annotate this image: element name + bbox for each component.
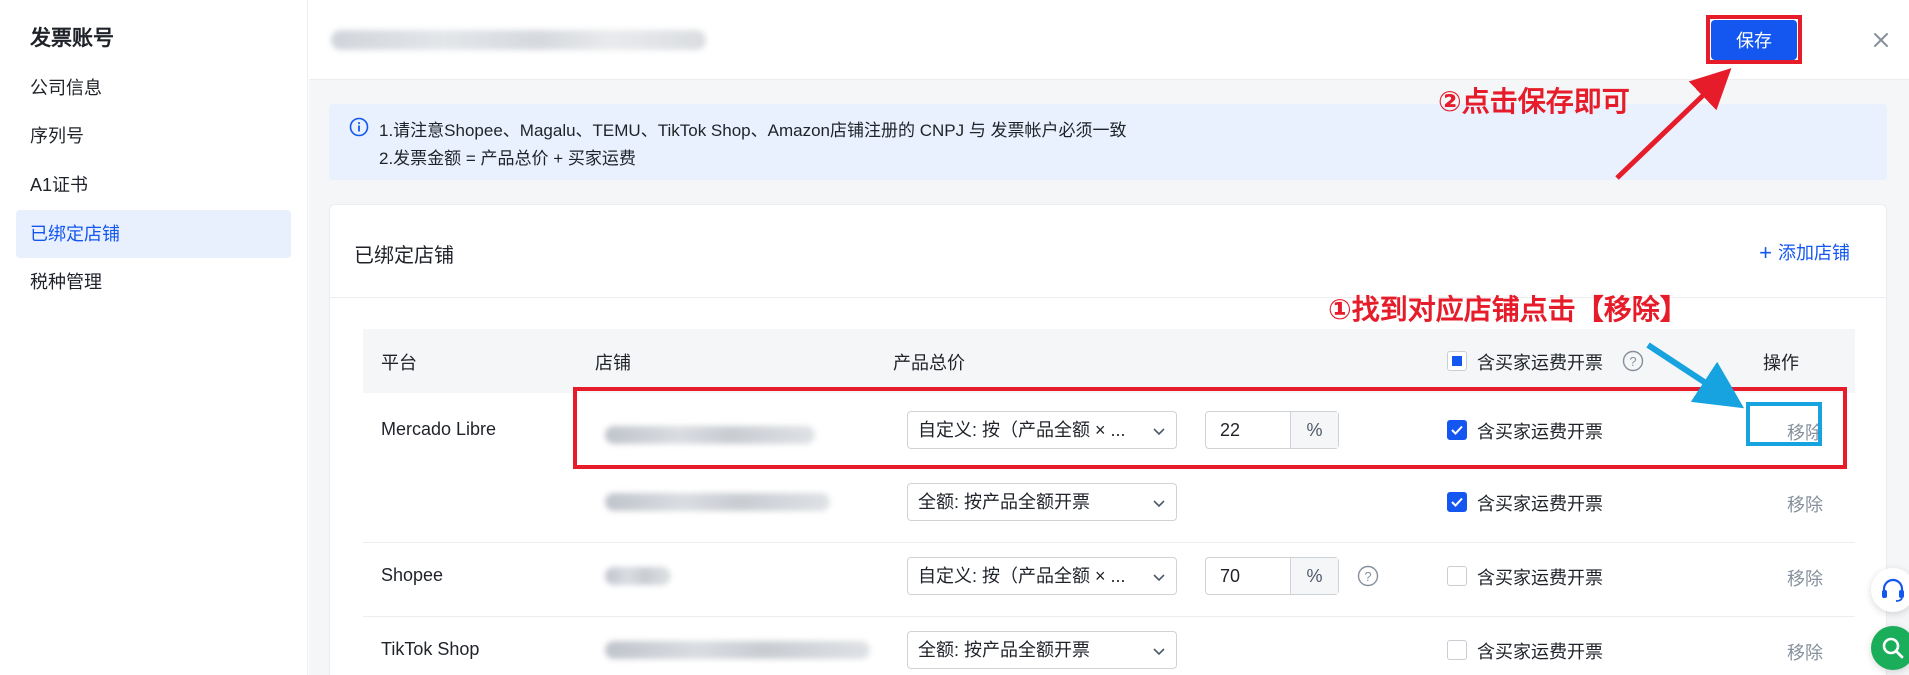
add-store-label: 添加店铺 xyxy=(1778,243,1850,263)
col-action: 操作 xyxy=(1763,353,1799,373)
col-platform: 平台 xyxy=(381,353,417,373)
platform-cell: Mercado Libre xyxy=(381,419,497,439)
percent-value: 70 xyxy=(1220,566,1241,586)
row-divider xyxy=(363,616,1855,617)
col-store: 店铺 xyxy=(595,353,631,373)
help-icon[interactable]: ? xyxy=(1357,565,1379,587)
sidebar-item-serial-number[interactable]: 序列号 xyxy=(16,112,291,160)
sidebar-item-company-info[interactable]: 公司信息 xyxy=(16,64,291,112)
sidebar-item-bound-stores[interactable]: 已绑定店铺 xyxy=(16,210,291,258)
row-divider xyxy=(363,542,1855,543)
notice-line-2: 2.发票金额 = 产品总价 + 买家运费 xyxy=(379,149,636,168)
store-name-blurred xyxy=(605,493,830,511)
platform-cell: Shopee xyxy=(381,565,444,585)
search-float-button[interactable] xyxy=(1871,626,1909,670)
remove-button[interactable]: 移除 xyxy=(1787,565,1823,591)
row-highlight-frame xyxy=(573,387,1847,469)
svg-text:?: ? xyxy=(1629,354,1636,369)
close-icon[interactable] xyxy=(1867,26,1895,54)
shipping-label: 含买家运费开票 xyxy=(1477,642,1603,662)
sidebar: 发票账号 公司信息 序列号 A1证书 已绑定店铺 税种管理 xyxy=(0,0,308,675)
shipping-checkbox[interactable] xyxy=(1447,566,1467,586)
store-name-blurred xyxy=(605,567,671,585)
check-icon xyxy=(1451,497,1463,507)
save-highlight-frame xyxy=(1706,15,1802,64)
search-icon xyxy=(1882,637,1904,659)
price-mode-select[interactable]: 全额: 按产品全额开票 xyxy=(907,631,1177,669)
col-price: 产品总价 xyxy=(893,353,965,373)
remove-button[interactable]: 移除 xyxy=(1787,491,1823,517)
shipping-label: 含买家运费开票 xyxy=(1477,494,1603,514)
annotation-step-2: ②点击保存即可 xyxy=(1438,85,1630,118)
top-bar: 保存 xyxy=(309,0,1909,80)
support-button[interactable] xyxy=(1871,568,1909,612)
price-mode-select[interactable]: 全额: 按产品全额开票 xyxy=(907,483,1177,521)
remove-button[interactable]: 移除 xyxy=(1787,639,1823,665)
card-title: 已绑定店铺 xyxy=(354,245,454,267)
price-mode-select[interactable]: 自定义: 按（产品全额 × ... xyxy=(907,557,1177,595)
annotation-step-1: ①找到对应店铺点击【移除】 xyxy=(1328,293,1688,326)
account-name-blurred xyxy=(331,30,706,50)
help-icon[interactable]: ? xyxy=(1622,350,1644,372)
add-store-button[interactable]: + 添加店铺 xyxy=(1759,239,1850,265)
plus-icon: + xyxy=(1759,240,1772,265)
percent-input[interactable]: 70 % xyxy=(1205,557,1339,595)
chevron-down-icon xyxy=(1153,574,1165,582)
price-mode-value: 全额: 按产品全额开票 xyxy=(918,640,1091,660)
platform-cell: TikTok Shop xyxy=(381,639,480,659)
col-shipping: 含买家运费开票 xyxy=(1477,353,1603,373)
store-name-blurred xyxy=(605,641,870,659)
shipping-label: 含买家运费开票 xyxy=(1477,568,1603,588)
sidebar-title: 发票账号 xyxy=(30,27,114,50)
headset-icon xyxy=(1882,578,1904,602)
svg-text:?: ? xyxy=(1364,569,1371,584)
chevron-down-icon xyxy=(1153,648,1165,656)
sidebar-item-tax-management[interactable]: 税种管理 xyxy=(16,258,291,306)
table-header: 平台 店铺 产品总价 含买家运费开票 ? 操作 xyxy=(363,329,1855,393)
remove-highlight-frame xyxy=(1746,402,1822,446)
notice-line-1: 1.请注意Shopee、Magalu、TEMU、TikTok Shop、Amaz… xyxy=(379,121,1127,140)
price-mode-value: 自定义: 按（产品全额 × ... xyxy=(918,566,1126,586)
notice-banner: 1.请注意Shopee、Magalu、TEMU、TikTok Shop、Amaz… xyxy=(329,104,1887,180)
header-shipping-checkbox[interactable] xyxy=(1447,351,1467,371)
percent-unit: % xyxy=(1290,558,1338,594)
shipping-checkbox[interactable] xyxy=(1447,492,1467,512)
price-mode-value: 全额: 按产品全额开票 xyxy=(918,492,1091,512)
info-icon xyxy=(349,117,369,137)
main-panel: 保存 1.请注意Shopee、Magalu、TEMU、TikTok Shop、A… xyxy=(309,0,1909,675)
sidebar-item-a1-certificate[interactable]: A1证书 xyxy=(16,161,291,209)
shipping-checkbox[interactable] xyxy=(1447,640,1467,660)
chevron-down-icon xyxy=(1153,500,1165,508)
